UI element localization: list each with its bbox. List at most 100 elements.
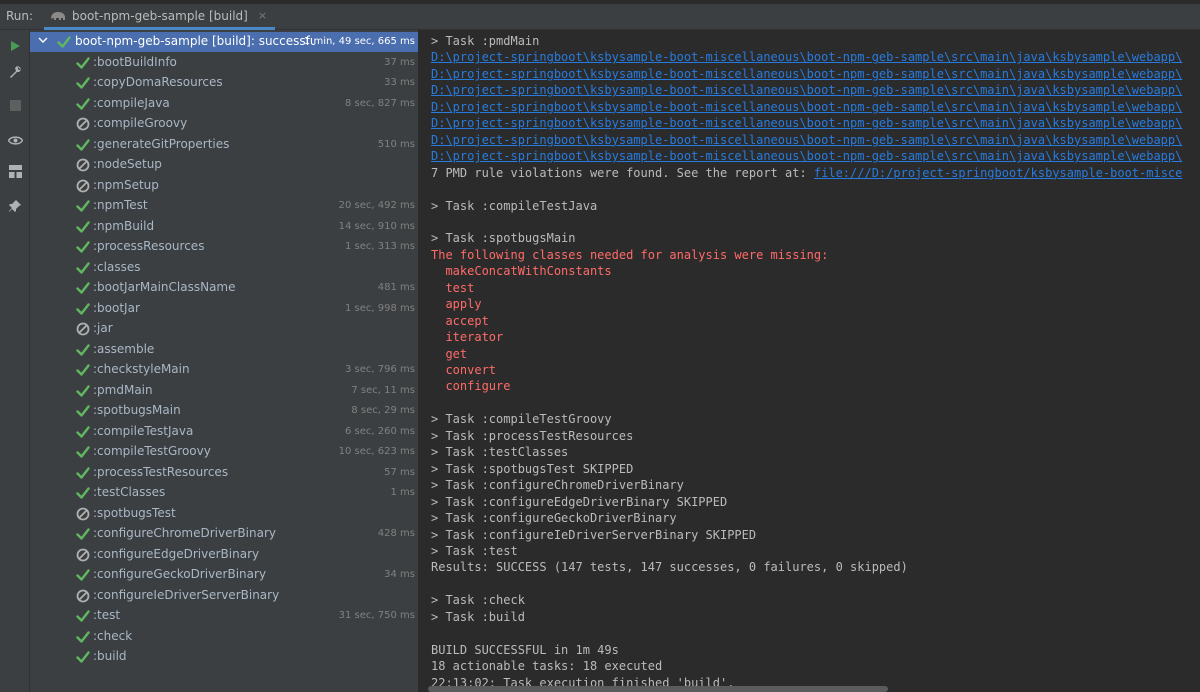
close-icon[interactable]: ×	[258, 9, 267, 22]
stop-icon[interactable]	[7, 97, 23, 113]
task-name: :check	[93, 628, 133, 643]
skipped-icon	[76, 507, 90, 520]
task-duration: 1 sec, 998 ms	[345, 302, 415, 314]
task-name: boot-npm-geb-sample [build]: successful …	[75, 34, 315, 48]
tree-task-row[interactable]: :test 31 sec, 750 ms	[30, 606, 418, 626]
console-line: > Task :spotbugsMain	[431, 231, 576, 246]
task-name: :compileTestGroovy	[93, 444, 211, 458]
skipped-icon	[76, 179, 90, 192]
console-line: > Task :configureEdgeDriverBinary SKIPPE…	[431, 494, 728, 509]
layout-icon[interactable]	[7, 163, 23, 179]
pin-icon[interactable]	[7, 198, 23, 214]
run-label: Run:	[6, 9, 34, 23]
console-horizontal-scrollbar[interactable]	[428, 686, 888, 692]
skipped-icon	[76, 548, 90, 561]
console-line: > Task :pmdMain	[431, 34, 540, 48]
tree-task-row[interactable]: :compileGroovy	[30, 114, 418, 134]
task-duration: 510 ms	[377, 138, 415, 150]
tree-task-row[interactable]: :bootJar 1 sec, 998 ms	[30, 299, 418, 319]
tree-task-row[interactable]: :check	[30, 627, 418, 647]
check-icon	[76, 384, 90, 397]
tree-task-row[interactable]: :compileTestJava 6 sec, 260 ms	[30, 422, 418, 442]
tree-task-row[interactable]: :bootBuildInfo 37 ms	[30, 53, 418, 73]
console-line: > Task :configureChromeDriverBinary	[431, 478, 684, 493]
tree-task-row[interactable]: :spotbugsTest	[30, 504, 418, 524]
check-icon	[76, 405, 90, 417]
tree-root-build[interactable]: boot-npm-geb-sample [build]: successful …	[30, 32, 418, 52]
task-duration: 8 sec, 29 ms	[351, 405, 415, 416]
tree-task-row[interactable]: :compileTestGroovy 10 sec, 623 ms	[30, 442, 418, 462]
tree-task-row[interactable]: :configureIeDriverServerBinary	[30, 586, 418, 606]
task-duration: 37 ms	[384, 56, 415, 68]
task-name: :configureChromeDriverBinary	[93, 526, 276, 540]
tree-task-row[interactable]: :copyDomaResources 33 ms	[30, 73, 418, 93]
skipped-icon	[76, 117, 90, 131]
run-icon[interactable]	[7, 38, 23, 54]
tree-task-row[interactable]: :generateGitProperties 510 ms	[30, 135, 418, 155]
console-file-link[interactable]: D:\project-springboot\ksbysample-boot-mi…	[431, 83, 1182, 99]
task-name: :pmdMain	[93, 382, 153, 397]
task-name: :configureGeckoDriverBinary	[93, 567, 267, 581]
tree-task-row[interactable]: :classes	[30, 258, 418, 278]
tree-task-row[interactable]: :configureGeckoDriverBinary 34 ms	[30, 565, 418, 585]
console-line: > Task :test	[431, 543, 518, 558]
console-line: convert	[431, 363, 497, 377]
tree-task-row[interactable]: :nodeSetup	[30, 155, 418, 175]
tree-task-row[interactable]: :checkstyleMain 3 sec, 796 ms	[30, 360, 418, 380]
tree-task-row[interactable]: :testClasses 1 ms	[30, 483, 418, 503]
check-icon	[76, 56, 90, 69]
tab-title: boot-npm-geb-sample [build]	[72, 8, 248, 23]
tree-task-row[interactable]: :compileJava 8 sec, 827 ms	[30, 94, 418, 114]
check-icon	[76, 282, 90, 294]
console-file-link[interactable]: D:\project-springboot\ksbysample-boot-mi…	[431, 50, 1182, 66]
tree-task-row[interactable]: :build	[30, 647, 418, 667]
check-icon	[76, 569, 90, 581]
task-duration: 31 sec, 750 ms	[338, 610, 415, 621]
task-name: :npmSetup	[93, 177, 159, 192]
task-name: :checkstyleMain	[93, 362, 190, 376]
tree-task-row[interactable]: :pmdMain 7 sec, 11 ms	[30, 381, 418, 401]
tree-task-row[interactable]: :bootJarMainClassName 481 ms	[30, 278, 418, 298]
tree-task-row[interactable]: :spotbugsMain 8 sec, 29 ms	[30, 401, 418, 421]
console-file-link[interactable]: D:\project-springboot\ksbysample-boot-mi…	[431, 100, 1182, 116]
wrench-icon[interactable]	[7, 64, 23, 80]
task-name: :npmTest	[93, 198, 148, 212]
console-line: > Task :compileTestGroovy	[431, 412, 612, 427]
task-name: :configureEdgeDriverBinary	[93, 546, 260, 561]
tree-task-row[interactable]: :configureEdgeDriverBinary	[30, 545, 418, 565]
tree-task-row[interactable]: :configureChromeDriverBinary 428 ms	[30, 524, 418, 544]
chevron-down-icon[interactable]	[38, 35, 48, 45]
gradle-elephant-icon	[51, 11, 65, 20]
check-icon	[76, 138, 90, 151]
console-file-link[interactable]: D:\project-springboot\ksbysample-boot-mi…	[431, 116, 1182, 132]
tree-task-row[interactable]: :npmTest 20 sec, 492 ms	[30, 196, 418, 216]
console-line: apply	[431, 297, 482, 312]
console-line: BUILD SUCCESSFUL in 1m 49s	[431, 642, 619, 657]
skipped-icon	[76, 322, 90, 336]
check-icon	[76, 630, 90, 643]
task-duration: 1 ms	[390, 487, 416, 498]
tree-task-row[interactable]: :processResources 1 sec, 313 ms	[30, 237, 418, 257]
tab-build[interactable]: boot-npm-geb-sample [build] ×	[44, 4, 276, 30]
console-file-link[interactable]: D:\project-springboot\ksbysample-boot-mi…	[431, 67, 1182, 83]
tree-task-row[interactable]: :jar	[30, 319, 418, 339]
console-line: get	[431, 346, 468, 361]
check-icon	[76, 261, 90, 274]
eye-icon[interactable]	[7, 132, 23, 148]
console-file-link[interactable]: D:\project-springboot\ksbysample-boot-mi…	[431, 149, 1182, 165]
console-line: configure	[431, 379, 511, 394]
tree-task-row[interactable]: :npmSetup	[30, 176, 418, 196]
tree-task-row[interactable]: :npmBuild 14 sec, 910 ms	[30, 217, 418, 237]
task-name: :assemble	[93, 341, 155, 356]
check-icon	[76, 302, 90, 315]
tree-task-row[interactable]: :processTestResources 57 ms	[30, 463, 418, 483]
console-line: > Task :configureIeDriverServerBinary SK…	[431, 527, 757, 542]
report-link[interactable]: file:///D:/project-springboot/ksbysample…	[814, 166, 1182, 180]
check-icon	[76, 651, 90, 663]
console-line: > Task :build	[431, 609, 525, 624]
console-line: 7 PMD rule violations were found. See th…	[431, 166, 1182, 182]
task-name: :npmBuild	[93, 218, 155, 233]
console-file-link[interactable]: D:\project-springboot\ksbysample-boot-mi…	[431, 133, 1182, 149]
console-line: Results: SUCCESS (147 tests, 147 success…	[431, 560, 908, 575]
tree-task-row[interactable]: :assemble	[30, 340, 418, 360]
